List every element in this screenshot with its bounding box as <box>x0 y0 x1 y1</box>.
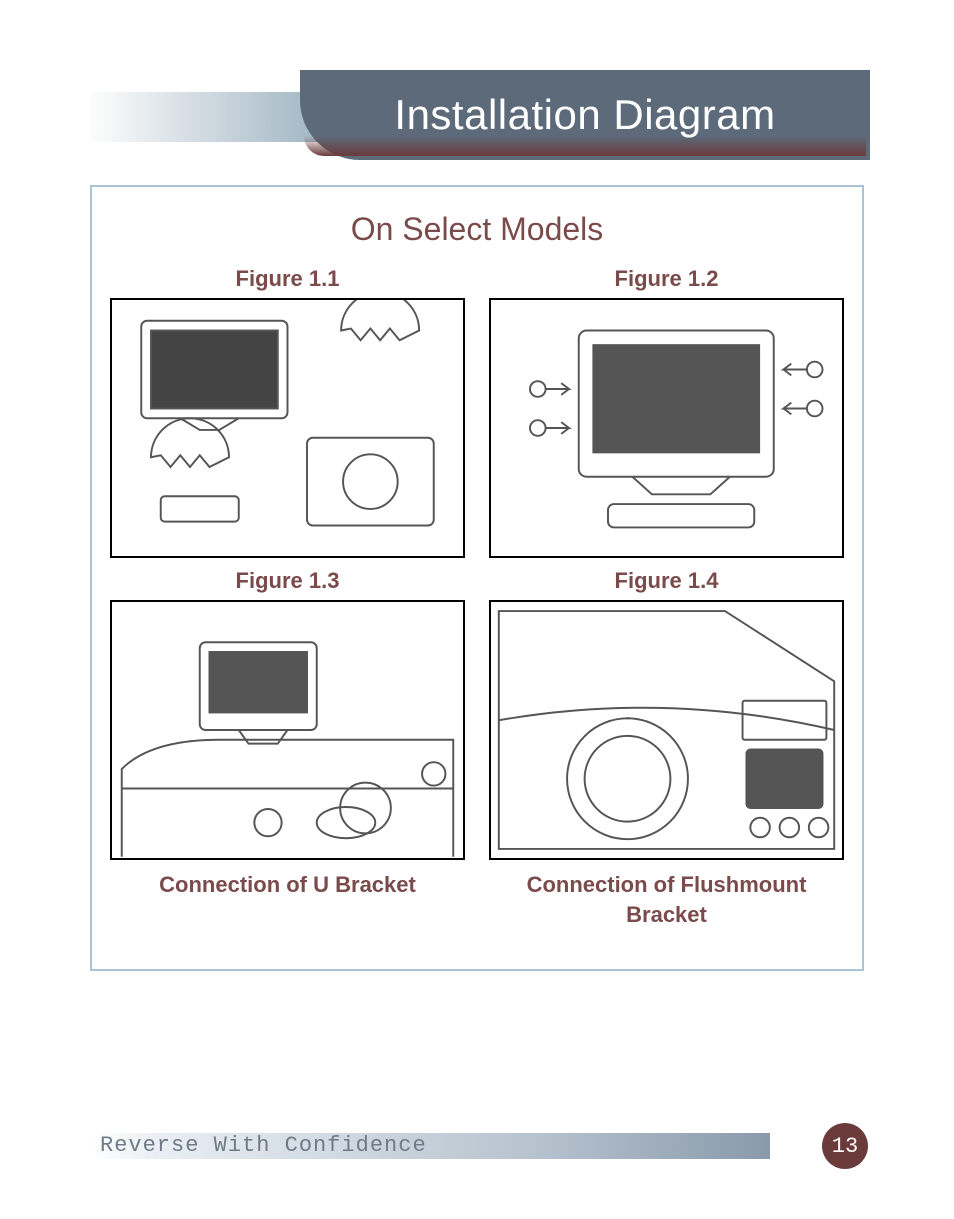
header-pill: Installation Diagram <box>300 70 870 160</box>
page-footer: Reverse With Confidence 13 <box>0 1121 954 1171</box>
figure-label: Figure 1.1 <box>110 266 465 292</box>
figure-1-2: Figure 1.2 <box>489 266 844 558</box>
figure-label: Figure 1.2 <box>489 266 844 292</box>
figure-1-3: Figure 1.3 Connection of U Bracket <box>110 568 465 929</box>
page-number: 13 <box>832 1134 858 1159</box>
figure-1-4: Figure 1.4 Connection of Flushmount Brac… <box>489 568 844 929</box>
figure-grid: Figure 1.1 Figure 1.2 <box>110 266 844 929</box>
section-subtitle: On Select Models <box>110 211 844 248</box>
dashboard-flushmount-sketch-icon <box>491 602 842 858</box>
monitor-screws-sketch-icon <box>491 300 842 556</box>
dashboard-ubracket-sketch-icon <box>112 602 463 858</box>
figure-image <box>110 600 465 860</box>
figure-1-1: Figure 1.1 <box>110 266 465 558</box>
figure-label: Figure 1.4 <box>489 568 844 594</box>
figure-caption: Connection of U Bracket <box>110 870 465 900</box>
monitor-bracket-sketch-icon <box>112 300 463 556</box>
page-number-badge: 13 <box>822 1123 868 1169</box>
header-band: Installation Diagram <box>0 70 954 160</box>
figure-image <box>110 298 465 558</box>
header-pill-shadow <box>304 136 866 156</box>
figure-image <box>489 600 844 860</box>
page-title: Installation Diagram <box>394 91 775 139</box>
figure-label: Figure 1.3 <box>110 568 465 594</box>
footer-tagline: Reverse With Confidence <box>100 1133 427 1158</box>
content-panel: On Select Models Figure 1.1 Figure 1.2 <box>90 185 864 971</box>
figure-image <box>489 298 844 558</box>
figure-caption: Connection of Flushmount Bracket <box>489 870 844 929</box>
